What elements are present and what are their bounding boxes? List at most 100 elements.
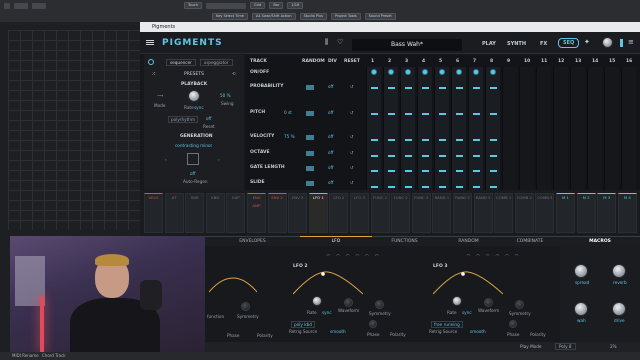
mod-source[interactable]: LFO 2 — [329, 193, 349, 233]
lightbulb-icon[interactable]: ✦ — [584, 38, 590, 46]
step-value[interactable] — [371, 87, 378, 89]
shape-icon[interactable]: ◠ — [327, 253, 331, 260]
step-value[interactable] — [422, 139, 429, 141]
mod-source[interactable]: ENV 3 — [288, 193, 308, 233]
mod-source[interactable]: FUNC 2 — [391, 193, 411, 233]
mod-source[interactable]: COMB 3 — [535, 193, 555, 233]
step-value[interactable] — [371, 186, 378, 188]
step-value[interactable] — [439, 113, 446, 115]
row-random-value[interactable]: 75 % — [284, 134, 295, 139]
step-value[interactable] — [473, 113, 480, 115]
mode-icon[interactable]: ⟶ — [157, 93, 163, 98]
step-value[interactable] — [422, 186, 429, 188]
mod-source[interactable]: RAND 1 — [432, 193, 452, 233]
autoregen-value[interactable]: off — [190, 171, 195, 176]
row-random-bar[interactable] — [306, 135, 314, 140]
dice-icon[interactable] — [187, 153, 199, 165]
mod-source[interactable]: AT — [164, 193, 184, 233]
step-column[interactable] — [502, 67, 517, 190]
seq-random-icon[interactable]: ⤮ — [152, 71, 155, 76]
step-value[interactable] — [490, 87, 497, 89]
rate-knob[interactable] — [188, 90, 200, 102]
daw-toolbar-btn[interactable] — [14, 2, 28, 9]
row-random-bar[interactable] — [306, 85, 314, 90]
step-column[interactable] — [434, 67, 449, 190]
mod-source[interactable]: ENV AMP — [247, 193, 266, 233]
mod-source[interactable]: KBD — [205, 193, 225, 233]
tab-arpeggiator[interactable]: arpeggiator — [200, 59, 233, 66]
step-value[interactable] — [422, 87, 429, 89]
mod-source[interactable]: VELO — [144, 193, 163, 233]
step-on-toggle[interactable] — [439, 69, 445, 75]
step-column[interactable] — [553, 67, 568, 190]
seq-reset-icon[interactable]: ⟲ — [232, 71, 236, 76]
lfo3-rate-knob[interactable] — [452, 296, 462, 306]
step-on-toggle[interactable] — [490, 69, 496, 75]
lfo2-rate-knob[interactable] — [312, 296, 322, 306]
step-value[interactable] — [422, 170, 429, 172]
step-column[interactable] — [570, 67, 585, 190]
step-value[interactable] — [371, 139, 378, 141]
step-column[interactable] — [468, 67, 483, 190]
shape-icon[interactable]: ◠ — [336, 253, 340, 260]
lfo2-waveform-knob[interactable] — [344, 298, 353, 307]
daw-quant[interactable]: 1/16 — [287, 2, 304, 9]
lfo2-smooth[interactable]: smooth — [330, 329, 346, 334]
tab-random[interactable]: RANDOM — [437, 236, 500, 246]
step-value[interactable] — [422, 113, 429, 115]
step-value[interactable] — [439, 170, 446, 172]
step-value[interactable] — [405, 186, 412, 188]
mod-source[interactable]: FUNC 1 — [370, 193, 390, 233]
step-value[interactable] — [456, 170, 463, 172]
rate-value[interactable]: sync — [194, 105, 204, 110]
step-column[interactable] — [400, 67, 415, 190]
shape-icon[interactable]: ◠ — [467, 253, 471, 260]
macro-knob-2[interactable] — [612, 264, 626, 278]
preset-name[interactable]: Bass Wah* — [352, 39, 462, 51]
step-value[interactable] — [388, 139, 395, 141]
nav-synth[interactable]: SYNTH — [507, 41, 526, 47]
step-column[interactable] — [485, 67, 500, 190]
nav-play[interactable]: PLAY — [482, 41, 496, 47]
mod-source[interactable]: ENV 2 — [267, 193, 287, 233]
step-value[interactable] — [388, 170, 395, 172]
mod-source[interactable]: EXP — [226, 193, 246, 233]
shape-icon[interactable]: ◠ — [375, 253, 379, 260]
step-value[interactable] — [439, 87, 446, 89]
step-value[interactable] — [388, 113, 395, 115]
step-value[interactable] — [405, 87, 412, 89]
settings-icon[interactable]: ≡ — [628, 38, 634, 46]
row-div-value[interactable]: off — [328, 180, 333, 185]
daw-chip[interactable]: Sound Preset — [364, 13, 396, 20]
step-column[interactable] — [621, 67, 636, 190]
step-value[interactable] — [422, 155, 429, 157]
step-value[interactable] — [456, 113, 463, 115]
shape-icon[interactable]: ◠ — [346, 253, 350, 260]
step-value[interactable] — [388, 155, 395, 157]
shape-icon[interactable]: ◠ — [505, 253, 509, 260]
macro-knob-3[interactable] — [574, 302, 588, 316]
step-value[interactable] — [456, 139, 463, 141]
row-random-bar[interactable] — [306, 166, 314, 171]
row-div-value[interactable]: off — [328, 150, 333, 155]
step-on-toggle[interactable] — [405, 69, 411, 75]
step-column[interactable] — [519, 67, 534, 190]
gen-mode[interactable]: contrasting minor — [175, 143, 212, 148]
tab-envelopes[interactable]: ENVELOPES — [205, 236, 300, 246]
row-div-value[interactable]: off — [328, 110, 333, 115]
step-value[interactable] — [456, 87, 463, 89]
row-reset-icon[interactable]: ↺ — [350, 84, 354, 89]
lfo3-retrig-value[interactable]: free running — [431, 321, 463, 328]
mod-source[interactable]: FUNC 3 — [411, 193, 431, 233]
step-value[interactable] — [405, 139, 412, 141]
lfo2-retrig-value[interactable]: poly kbd — [291, 321, 315, 328]
row-div-value[interactable]: off — [328, 84, 333, 89]
step-value[interactable] — [490, 170, 497, 172]
mod-source[interactable]: M 2 — [576, 193, 596, 233]
power-icon[interactable] — [148, 59, 154, 65]
macro-label-1[interactable]: spread — [575, 280, 589, 285]
step-value[interactable] — [456, 186, 463, 188]
daw-transport[interactable] — [206, 2, 247, 9]
step-value[interactable] — [371, 113, 378, 115]
step-value[interactable] — [490, 186, 497, 188]
